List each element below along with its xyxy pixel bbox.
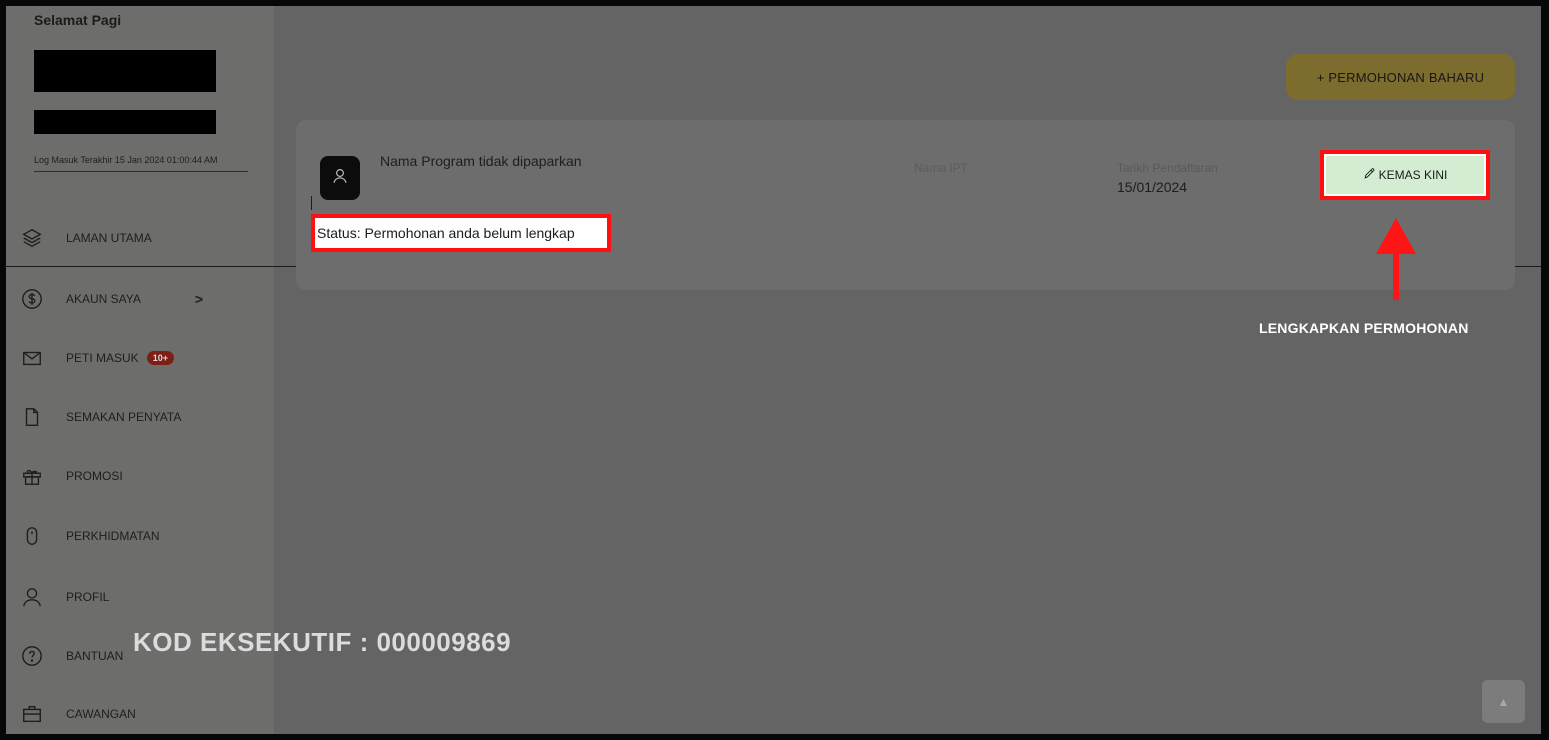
text-cursor: [311, 196, 312, 210]
application-status: Status: Permohonan anda belum lengkap: [311, 214, 611, 252]
ipt-label: Nama IPT: [914, 161, 969, 175]
sidebar-item-peti-masuk[interactable]: PETI MASUK 10+: [20, 344, 174, 372]
sidebar-item-perkhidmatan[interactable]: PERKHIDMATAN: [20, 522, 160, 550]
sidebar-item-laman-utama[interactable]: LAMAN UTAMA: [20, 224, 152, 252]
sidebar-item-label: LAMAN UTAMA: [66, 231, 152, 245]
user-icon: [331, 167, 349, 190]
sidebar-item-label: PROMOSI: [66, 469, 123, 483]
sidebar-item-label: CAWANGAN: [66, 707, 136, 721]
callout-label: LENGKAPKAN PERMOHONAN: [1259, 320, 1469, 336]
watermark-text: KOD EKSEKUTIF : 000009869: [133, 627, 512, 657]
sidebar-item-label: BANTUAN: [66, 649, 124, 663]
sidebar-item-cawangan[interactable]: CAWANGAN: [20, 700, 136, 728]
sidebar-item-label: AKAUN SAYA: [66, 292, 141, 306]
last-login-text: Log Masuk Terakhir 15 Jan 2024 01:00:44 …: [34, 154, 248, 172]
chevron-right-icon: >: [194, 291, 204, 307]
update-button-label: KEMAS KINI: [1378, 168, 1448, 182]
sidebar-item-label: PERKHIDMATAN: [66, 529, 160, 543]
chevron-up-icon: ▲: [1497, 694, 1510, 709]
main-content: [274, 6, 1541, 734]
registration-date-value: 15/01/2024: [1117, 179, 1188, 195]
scroll-to-top-button[interactable]: ▲: [1482, 680, 1525, 723]
arrow-up-icon: [1376, 218, 1416, 300]
program-avatar: [320, 156, 360, 200]
redacted-id-block: [34, 110, 216, 134]
document-icon: [20, 405, 44, 429]
sidebar-item-label: PROFIL: [66, 590, 110, 604]
sidebar-item-promosi[interactable]: PROMOSI: [20, 462, 123, 490]
greeting-text: Selamat Pagi: [34, 12, 122, 28]
new-application-button[interactable]: + PERMOHONAN BAHARU: [1286, 54, 1515, 100]
app-frame: Selamat Pagi Log Masuk Terakhir 15 Jan 2…: [6, 6, 1541, 734]
status-text: Status: Permohonan anda belum lengkap: [317, 225, 575, 241]
program-name: Nama Program tidak dipaparkan: [380, 153, 582, 169]
help-icon: [20, 644, 44, 668]
sidebar-item-label: SEMAKAN PENYATA: [66, 410, 182, 424]
mail-icon: [20, 346, 44, 370]
gift-icon: [20, 464, 44, 488]
sidebar-item-bantuan[interactable]: BANTUAN: [20, 642, 123, 670]
sidebar-item-label: PETI MASUK: [66, 351, 139, 365]
sidebar-item-akaun-saya[interactable]: AKAUN SAYA >: [20, 285, 203, 313]
sidebar-item-profil[interactable]: PROFIL: [20, 583, 109, 611]
update-button[interactable]: KEMAS KINI: [1326, 156, 1484, 194]
update-highlight-box: KEMAS KINI: [1320, 150, 1490, 200]
registration-date-label: Tarikh Pendaftaran: [1117, 161, 1218, 175]
layers-icon: [20, 226, 44, 250]
sidebar-item-semakan-penyata[interactable]: SEMAKAN PENYATA: [20, 403, 181, 431]
sidebar: Selamat Pagi Log Masuk Terakhir 15 Jan 2…: [6, 6, 274, 734]
redacted-name-block: [34, 50, 216, 92]
mouse-icon: [20, 524, 44, 548]
dollar-circle-icon: [20, 287, 44, 311]
pencil-icon: [1363, 167, 1379, 183]
application-card: [296, 120, 1515, 290]
user-icon: [20, 585, 44, 609]
unread-badge: 10+: [146, 351, 174, 365]
briefcase-icon: [20, 702, 44, 726]
